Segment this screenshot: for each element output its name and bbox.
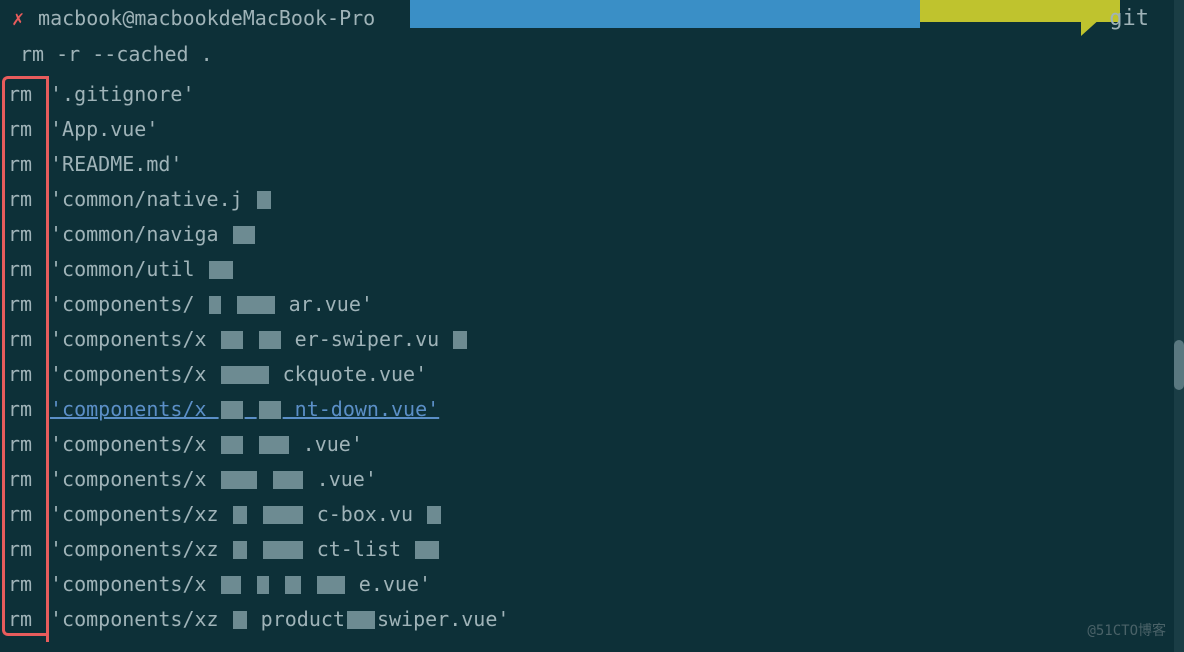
redacted-segment bbox=[233, 541, 247, 559]
redacted-segment bbox=[427, 506, 441, 524]
redacted-segment bbox=[221, 436, 243, 454]
file-path: 'common/util bbox=[50, 257, 235, 281]
top-bar-blue-segment bbox=[410, 0, 920, 28]
redacted-segment bbox=[263, 541, 303, 559]
highlight-bracket bbox=[2, 76, 46, 636]
file-path: 'components/xz productswiper.vue' bbox=[50, 607, 509, 631]
redacted-segment bbox=[259, 401, 281, 419]
file-path: 'components/x er-swiper.vu bbox=[50, 327, 469, 351]
redacted-segment bbox=[221, 331, 243, 349]
redacted-segment bbox=[263, 506, 303, 524]
scrollbar-track[interactable] bbox=[1174, 0, 1184, 652]
file-path: '.gitignore' bbox=[50, 82, 195, 106]
output-line: rm'components/xz ct-list bbox=[8, 531, 1184, 566]
output-line: rm'common/util bbox=[8, 251, 1184, 286]
redacted-segment bbox=[221, 471, 257, 489]
arrow-icon bbox=[1081, 0, 1101, 36]
file-path: 'common/native.j bbox=[50, 187, 273, 211]
redacted-segment bbox=[209, 261, 233, 279]
redacted-segment bbox=[257, 191, 271, 209]
output-line: rm'components/xz c-box.vu bbox=[8, 496, 1184, 531]
file-path: 'components/x e.vue' bbox=[50, 572, 431, 596]
output-line: rm'components/x er-swiper.vu bbox=[8, 321, 1184, 356]
redacted-segment bbox=[233, 611, 247, 629]
redacted-segment bbox=[209, 296, 221, 314]
redacted-segment bbox=[237, 296, 275, 314]
redacted-segment bbox=[221, 366, 269, 384]
output-line: rm'components/x ckquote.vue' bbox=[8, 356, 1184, 391]
file-path: 'App.vue' bbox=[50, 117, 158, 141]
file-path: 'common/naviga bbox=[50, 222, 257, 246]
file-path: 'components/x .vue' bbox=[50, 432, 363, 456]
redacted-segment bbox=[273, 471, 303, 489]
scrollbar-thumb[interactable] bbox=[1174, 340, 1184, 390]
prompt-user-host: macbook@macbookdeMacBook-Pro bbox=[38, 6, 375, 30]
output-line: rm'README.md' bbox=[8, 146, 1184, 181]
output-line: rm'.gitignore' bbox=[8, 76, 1184, 111]
file-path: 'components/xz ct-list bbox=[50, 537, 441, 561]
redacted-segment bbox=[285, 576, 301, 594]
redacted-segment bbox=[233, 226, 255, 244]
file-path: 'components/ ar.vue' bbox=[50, 292, 373, 316]
close-icon: ✗ bbox=[12, 6, 24, 30]
file-path: 'README.md' bbox=[50, 152, 182, 176]
output-line: rm'components/xz productswiper.vue' bbox=[8, 601, 1184, 636]
output-area: rm'.gitignore'rm'App.vue'rm'README.md'rm… bbox=[0, 76, 1184, 636]
output-line: rm'components/x e.vue' bbox=[8, 566, 1184, 601]
output-line: rm'components/x nt-down.vue' bbox=[8, 391, 1184, 426]
redacted-segment bbox=[415, 541, 439, 559]
redacted-segment bbox=[221, 576, 241, 594]
redacted-segment bbox=[317, 576, 345, 594]
command-line: rm -r --cached . bbox=[0, 36, 1184, 72]
file-path: 'components/x .vue' bbox=[50, 467, 377, 491]
output-line: rm'common/naviga bbox=[8, 216, 1184, 251]
file-path: 'components/xz c-box.vu bbox=[50, 502, 443, 526]
redacted-segment bbox=[453, 331, 467, 349]
redacted-segment bbox=[259, 331, 281, 349]
file-path-link[interactable]: 'components/x nt-down.vue' bbox=[50, 397, 439, 421]
redacted-segment bbox=[259, 436, 289, 454]
redacted-segment bbox=[347, 611, 375, 629]
git-prompt-arrow: git bbox=[1081, 0, 1149, 36]
redacted-segment bbox=[233, 506, 247, 524]
redacted-segment bbox=[257, 576, 269, 594]
output-line: rm'components/x .vue' bbox=[8, 461, 1184, 496]
output-line: rm'common/native.j bbox=[8, 181, 1184, 216]
output-line: rm'components/ ar.vue' bbox=[8, 286, 1184, 321]
redacted-segment bbox=[221, 401, 243, 419]
output-line: rm'App.vue' bbox=[8, 111, 1184, 146]
git-label: git bbox=[1109, 6, 1149, 31]
watermark: @51CTO博客 bbox=[1087, 620, 1166, 640]
file-path: 'components/x ckquote.vue' bbox=[50, 362, 427, 386]
output-line: rm'components/x .vue' bbox=[8, 426, 1184, 461]
